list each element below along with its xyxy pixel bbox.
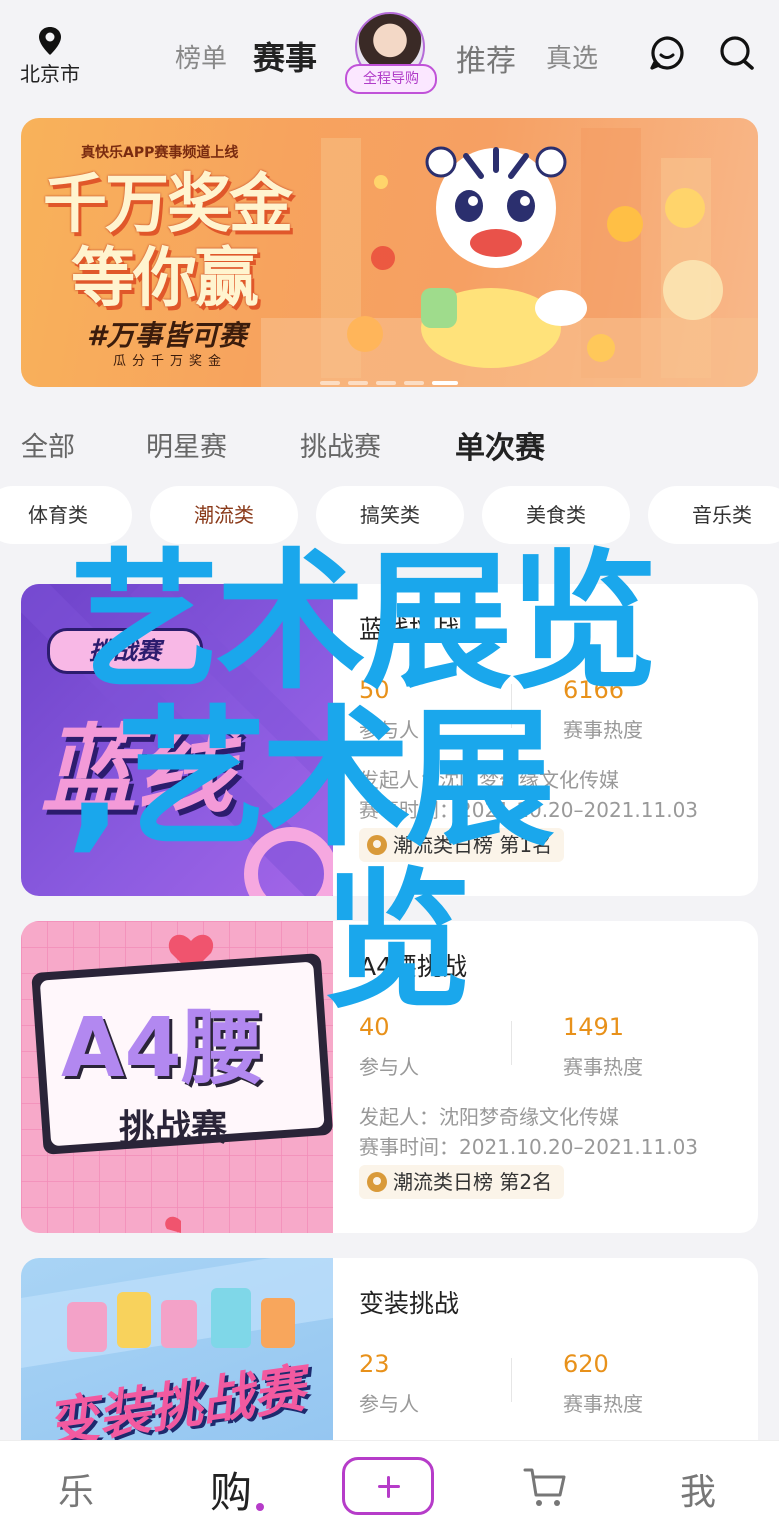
tab-ranking[interactable]: 榜单 (175, 38, 227, 75)
message-button[interactable] (648, 34, 688, 74)
location-selector[interactable]: 北京市 (10, 26, 90, 87)
pagination-dot (320, 381, 340, 385)
shopping-guide[interactable]: 全程导购 (345, 12, 437, 94)
heat-label: 赛事热度 (563, 1055, 643, 1079)
participants-label: 参与人 (359, 1392, 419, 1416)
tab-star[interactable]: 明星赛 (146, 425, 227, 464)
tab-events[interactable]: 赛事 (253, 33, 317, 79)
cover-text: A4腰 (61, 1001, 264, 1096)
event-cover: A4腰 挑战赛 (21, 921, 333, 1233)
nav-le[interactable]: 乐 (58, 1463, 94, 1515)
bottom-nav: 乐 购 我 (0, 1440, 779, 1538)
heat-value: 620 (563, 1350, 609, 1378)
guide-badge: 全程导购 (345, 64, 437, 94)
event-cover: 变装挑战赛 (21, 1258, 333, 1458)
tab-single[interactable]: 单次赛 (455, 423, 545, 467)
banner-top-text: 真快乐APP赛事频道上线 (81, 145, 239, 161)
nav-gou[interactable]: 购 (210, 1459, 252, 1520)
pagination-dot (348, 381, 368, 385)
tab-challenge[interactable]: 挑战赛 (300, 425, 381, 464)
event-card[interactable]: 变装挑战赛 变装挑战 23 参与人 620 赛事热度 (21, 1258, 758, 1458)
cart-button[interactable] (522, 1465, 568, 1513)
tab-recommend[interactable]: 推荐 (456, 36, 516, 80)
stat-divider (511, 1358, 512, 1402)
watermark-line3: 览 (322, 855, 473, 1029)
active-dot (256, 1503, 264, 1511)
chip-music[interactable]: 音乐类 (648, 486, 779, 544)
watermark-line1: 艺术展览 (70, 536, 658, 710)
city-label: 北京市 (20, 62, 80, 86)
banner-sub-slogan: 瓜分千万奖金 (113, 354, 228, 369)
tab-all[interactable]: 全部 (21, 425, 75, 464)
participants-label: 参与人 (359, 1055, 419, 1079)
pagination-dot (376, 381, 396, 385)
banner-title-line1: 千万奖金 (43, 168, 293, 242)
organizer: 发起人：沈阳梦奇缘文化传媒 (359, 1105, 619, 1129)
plus-button[interactable] (342, 1457, 434, 1515)
message-icon (650, 36, 684, 70)
banner-slogan: #万事皆可赛 (87, 319, 247, 352)
location-pin-icon (39, 27, 61, 55)
nav-me[interactable]: 我 (680, 1463, 716, 1515)
heat-label: 赛事热度 (563, 1392, 643, 1416)
banner-title: 千万奖金 等你赢 (43, 168, 293, 316)
promo-banner[interactable]: 真快乐APP赛事频道上线 千万奖金 等你赢 #万事皆可赛 瓜分千万奖金 (21, 118, 758, 387)
top-header: 北京市 榜单 赛事 全程导购 推荐 真选 (0, 0, 779, 100)
cart-icon (523, 1468, 566, 1506)
search-icon (720, 36, 754, 70)
banner-title-line2: 等你赢 (71, 242, 259, 316)
stat-divider (511, 1021, 512, 1065)
cover-subtext: 挑战赛 (119, 1108, 228, 1149)
medal-icon (367, 1172, 387, 1192)
banner-pagination (320, 370, 466, 389)
pagination-dot-active (432, 381, 458, 385)
event-title: 变装挑战 (359, 1289, 460, 1318)
rank-text: 潮流类日榜 第2名 (393, 1170, 553, 1194)
heat-value: 1491 (563, 1013, 625, 1041)
watermark-line2: ,艺术展 (66, 693, 555, 867)
pagination-dot (404, 381, 424, 385)
tab-selection[interactable]: 真选 (546, 38, 598, 75)
participants-count: 23 (359, 1350, 390, 1378)
event-time: 赛事时间：2021.10.20–2021.11.03 (359, 1135, 699, 1159)
heat-label: 赛事热度 (563, 718, 643, 742)
search-button[interactable] (718, 34, 758, 74)
rank-badge: 潮流类日榜 第2名 (359, 1165, 565, 1199)
